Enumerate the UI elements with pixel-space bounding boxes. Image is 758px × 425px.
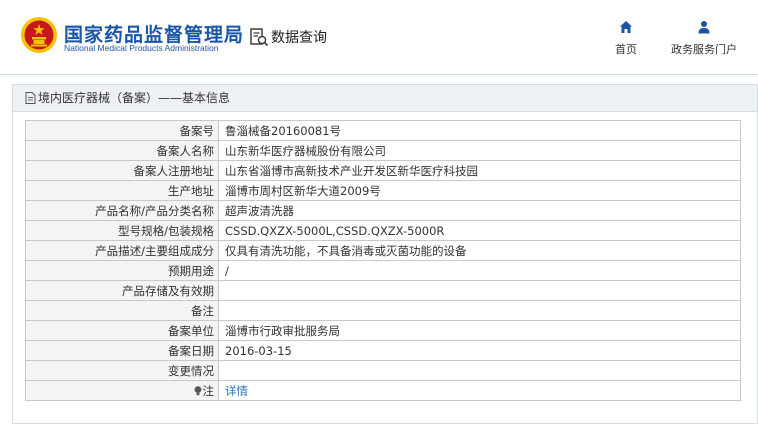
table-row: 备案号 鲁淄械备20160081号: [25, 120, 741, 141]
nav-home[interactable]: 首页: [608, 20, 644, 57]
table-row: 型号规格/包装规格 CSSD.QXZX-5000L,CSSD.QXZX-5000R: [25, 220, 741, 241]
table-row: 产品存储及有效期: [25, 280, 741, 301]
row-label: 备案号: [25, 120, 219, 141]
lightbulb-icon: [194, 385, 201, 395]
row-value: 山东省淄博市高新技术产业开发区新华医疗科技园: [218, 160, 741, 181]
home-icon: [620, 21, 632, 33]
note-row: 注 详情: [25, 380, 741, 401]
row-label: 备案人注册地址: [25, 160, 219, 181]
row-value: [218, 280, 741, 301]
row-value: 淄博市行政审批服务局: [218, 320, 741, 341]
row-value: CSSD.QXZX-5000L,CSSD.QXZX-5000R: [218, 220, 741, 241]
note-label: 注: [202, 383, 215, 398]
row-value: [218, 360, 741, 381]
data-query-link[interactable]: 数据查询: [271, 27, 327, 47]
document-icon: [25, 92, 36, 104]
row-value: 鲁淄械备20160081号: [218, 120, 741, 141]
row-label: 备注: [25, 300, 219, 321]
row-value: [218, 300, 741, 321]
table-row: 产品名称/产品分类名称 超声波清洗器: [25, 200, 741, 221]
table-row: 产品描述/主要组成成分 仅具有清洗功能，不具备消毒或灭菌功能的设备: [25, 240, 741, 261]
table-row: 备注: [25, 300, 741, 321]
note-value-cell: 详情: [218, 380, 741, 401]
row-label: 备案日期: [25, 340, 219, 361]
row-label: 变更情况: [25, 360, 219, 381]
site-subtitle: National Medical Products Administration: [64, 43, 219, 53]
row-value: 2016-03-15: [218, 340, 741, 361]
row-label: 备案人名称: [25, 140, 219, 161]
row-label: 生产地址: [25, 180, 219, 201]
table-row: 备案单位 淄博市行政审批服务局: [25, 320, 741, 341]
row-label: 型号规格/包装规格: [25, 220, 219, 241]
table-row: 变更情况: [25, 360, 741, 381]
table-row: 生产地址 淄博市周村区新华大道2009号: [25, 180, 741, 201]
info-table: 备案号 鲁淄械备20160081号 备案人名称 山东新华医疗器械股份有限公司 备案人…: [25, 120, 741, 401]
row-value: 超声波清洗器: [218, 200, 741, 221]
row-value: 淄博市周村区新华大道2009号: [218, 180, 741, 201]
row-value: 仅具有清洗功能，不具备消毒或灭菌功能的设备: [218, 240, 741, 261]
row-label: 产品描述/主要组成成分: [25, 240, 219, 261]
nav-portal-label: 政务服务门户: [671, 43, 737, 56]
table-row: 备案人名称 山东新华医疗器械股份有限公司: [25, 140, 741, 161]
user-icon: [698, 21, 710, 34]
breadcrumb: 境内医疗器械（备案）——基本信息: [13, 85, 757, 112]
row-label: 产品名称/产品分类名称: [25, 200, 219, 221]
table-row: 备案人注册地址 山东省淄博市高新技术产业开发区新华医疗科技园: [25, 160, 741, 181]
row-label: 预期用途: [25, 260, 219, 281]
table-row: 预期用途 /: [25, 260, 741, 281]
breadcrumb-text: 境内医疗器械（备案）——基本信息: [38, 91, 231, 105]
row-value: /: [218, 260, 741, 281]
site-header: 国家药品监督管理局 National Medical Products Admi…: [0, 0, 758, 75]
row-label: 备案单位: [25, 320, 219, 341]
nav-home-label: 首页: [615, 43, 637, 56]
info-panel: 境内医疗器械（备案）——基本信息 备案号 鲁淄械备20160081号 备案人名称山…: [12, 84, 758, 424]
table-row: 备案日期 2016-03-15: [25, 340, 741, 361]
nav-portal[interactable]: 政务服务门户: [664, 20, 744, 57]
document-search-icon[interactable]: [249, 27, 269, 47]
row-label: 产品存储及有效期: [25, 280, 219, 301]
row-value: 山东新华医疗器械股份有限公司: [218, 140, 741, 161]
national-emblem-icon: [21, 17, 57, 53]
detail-link[interactable]: 详情: [225, 384, 248, 398]
note-label-cell: 注: [25, 380, 219, 401]
